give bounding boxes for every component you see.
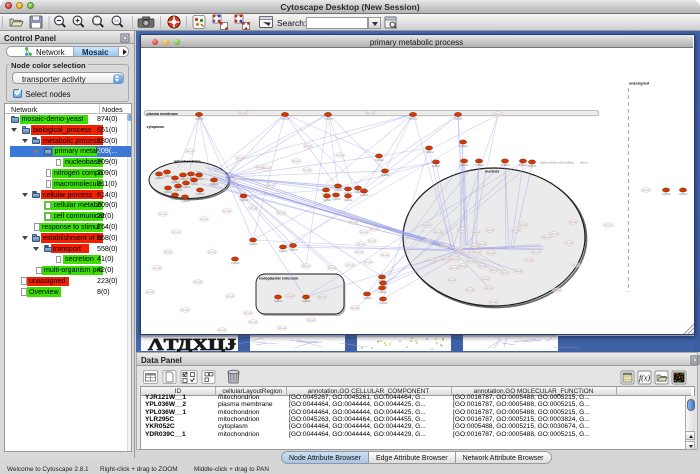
svg-text:f(x): f(x) [639, 374, 650, 383]
